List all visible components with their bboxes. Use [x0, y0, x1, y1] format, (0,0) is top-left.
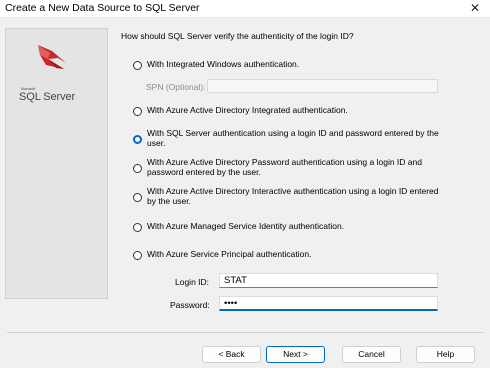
option-label: With Azure Service Principal authenticat… — [147, 249, 312, 259]
title-bar: Create a New Data Source to SQL Server ✕ — [0, 0, 490, 18]
divider — [7, 332, 483, 333]
radio-aad-password[interactable] — [133, 164, 142, 173]
help-button[interactable]: Help — [416, 346, 475, 363]
close-icon[interactable]: ✕ — [460, 0, 490, 17]
option-label: With Azure Active Directory Password aut… — [147, 157, 422, 177]
password-input[interactable]: •••• — [219, 296, 438, 311]
password-label: Password: — [170, 300, 210, 310]
radio-sql-server-auth[interactable] — [133, 135, 142, 144]
sql-server-logo-icon — [38, 45, 66, 69]
option-label: With SQL Server authentication using a l… — [147, 128, 439, 148]
next-button[interactable]: Next > — [266, 346, 325, 363]
radio-aad-interactive[interactable] — [133, 193, 142, 202]
login-id-label: Login ID: — [175, 277, 210, 287]
option-label: With Azure Active Directory Integrated a… — [147, 105, 348, 115]
logo-panel: Microsoft SQL Server — [5, 28, 108, 299]
login-id-input[interactable]: STAT — [219, 273, 438, 288]
radio-service-principal[interactable] — [133, 251, 142, 260]
auth-question: How should SQL Server verify the authent… — [121, 31, 354, 41]
radio-managed-identity[interactable] — [133, 223, 142, 232]
window-title: Create a New Data Source to SQL Server — [5, 2, 200, 14]
radio-aad-integrated[interactable] — [133, 107, 142, 116]
option-label: With Integrated Windows authentication. — [147, 59, 300, 69]
radio-windows-auth[interactable] — [133, 61, 142, 70]
sql-server-label: SQL Server — [19, 91, 76, 103]
spn-input[interactable] — [207, 79, 438, 93]
option-label: With Azure Managed Service Identity auth… — [147, 221, 345, 231]
option-label: With Azure Active Directory Interactive … — [147, 186, 439, 206]
back-button[interactable]: < Back — [202, 346, 261, 363]
spn-label: SPN (Optional): — [146, 82, 206, 92]
cancel-button[interactable]: Cancel — [342, 346, 401, 363]
